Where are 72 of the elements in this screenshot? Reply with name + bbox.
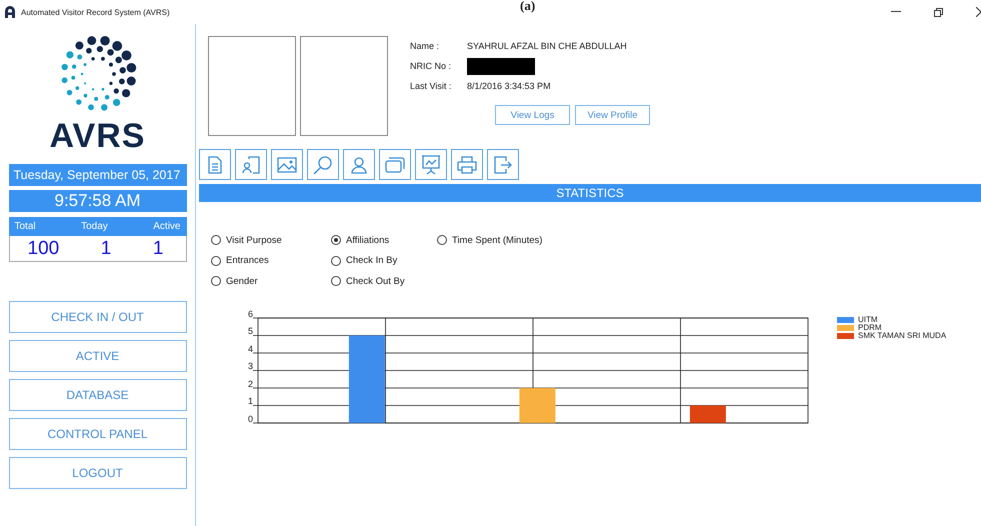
presentation-icon [421,154,441,174]
view-button[interactable]: View Logs [495,105,570,125]
exit-icon [494,156,512,174]
toolbar-button[interactable] [379,149,411,180]
option-label: Affiliations [346,234,390,246]
toolbar-button[interactable] [271,149,303,180]
axis-tick-label: 0 [248,414,253,424]
counter-label: Total [14,221,36,232]
option-label: Visit Purpose [226,234,282,246]
toolbar-button[interactable] [451,149,483,180]
radio-option[interactable]: Check In By [331,250,437,271]
figure-caption: (a) [520,0,536,14]
user-icon [351,156,367,174]
document-icon [208,156,222,174]
option-label: Entrances [226,255,269,266]
radio-option[interactable]: Affiliations [331,230,437,250]
field-label: Name : [410,41,440,51]
radio-button[interactable] [331,235,341,246]
radio-option[interactable]: Gender [211,271,331,292]
printer-icon [457,156,477,174]
field-value: SYAHRUL AFZAL BIN CHE ABDULLAH [467,41,627,51]
counter-value: 1 [100,238,112,260]
axis-tick-label: 5 [248,326,253,336]
radio-option[interactable]: Time Spent (Minutes) [437,230,542,250]
restore-icon[interactable] [934,8,943,16]
radio-option[interactable]: Check Out By [331,271,437,292]
radio-option[interactable]: Visit Purpose [211,230,331,250]
toolbar-button[interactable] [415,149,447,180]
image-icon [277,156,297,172]
radio-button[interactable] [211,256,221,266]
axis-tick-label: 6 [248,308,253,318]
toolbar-button[interactable] [343,149,375,180]
minimize-icon[interactable] [891,11,901,13]
user-document-icon [241,156,261,174]
date-display: Tuesday, September 05, 2017 [8,164,186,186]
radio-button[interactable] [211,235,221,246]
radio-button[interactable] [331,276,341,286]
toolbar-button[interactable] [487,149,519,180]
time-display: 9:57:58 AM [8,190,186,212]
axis-tick-label: 3 [248,361,253,371]
logo-text: AVRS [50,116,146,156]
window-title: Automated Visitor Record System (AVRS) [21,8,170,16]
toolbar-button[interactable] [235,149,267,180]
legend-label: UITM [858,315,878,324]
cards-icon [385,156,405,172]
field-label: NRIC No : [410,61,452,71]
toolbar-button[interactable] [199,149,231,180]
radio-option[interactable]: Entrances [211,250,331,271]
toolbar-button[interactable] [307,149,339,180]
search-icon [313,154,333,174]
radio-button[interactable] [331,256,341,266]
axis-tick-label: 4 [248,344,253,354]
option-label: Check Out By [346,276,405,287]
field-value: 8/1/2016 3:34:53 PM [467,81,551,91]
option-label: Check In By [346,255,398,266]
option-label: Time Spent (Minutes) [452,234,542,246]
radio-button[interactable] [211,276,221,286]
redaction-bar [467,58,535,74]
app-icon [4,6,16,18]
legend-label: SMK TAMAN SRI MUDA [858,331,946,340]
counter-value: 1 [152,238,164,260]
close-icon[interactable] [976,7,981,17]
counter-label: Today [81,221,108,232]
radio-button[interactable] [437,235,447,246]
field-label: Last Visit : [410,81,452,91]
section-header: STATISTICS [199,184,981,202]
legend-label: PDRM [858,323,882,332]
axis-tick-label: 1 [248,396,253,406]
axis-tick-label: 2 [248,378,253,388]
counter-label: Active [153,221,180,232]
option-label: Gender [226,276,258,287]
counter-value: 100 [28,238,60,260]
